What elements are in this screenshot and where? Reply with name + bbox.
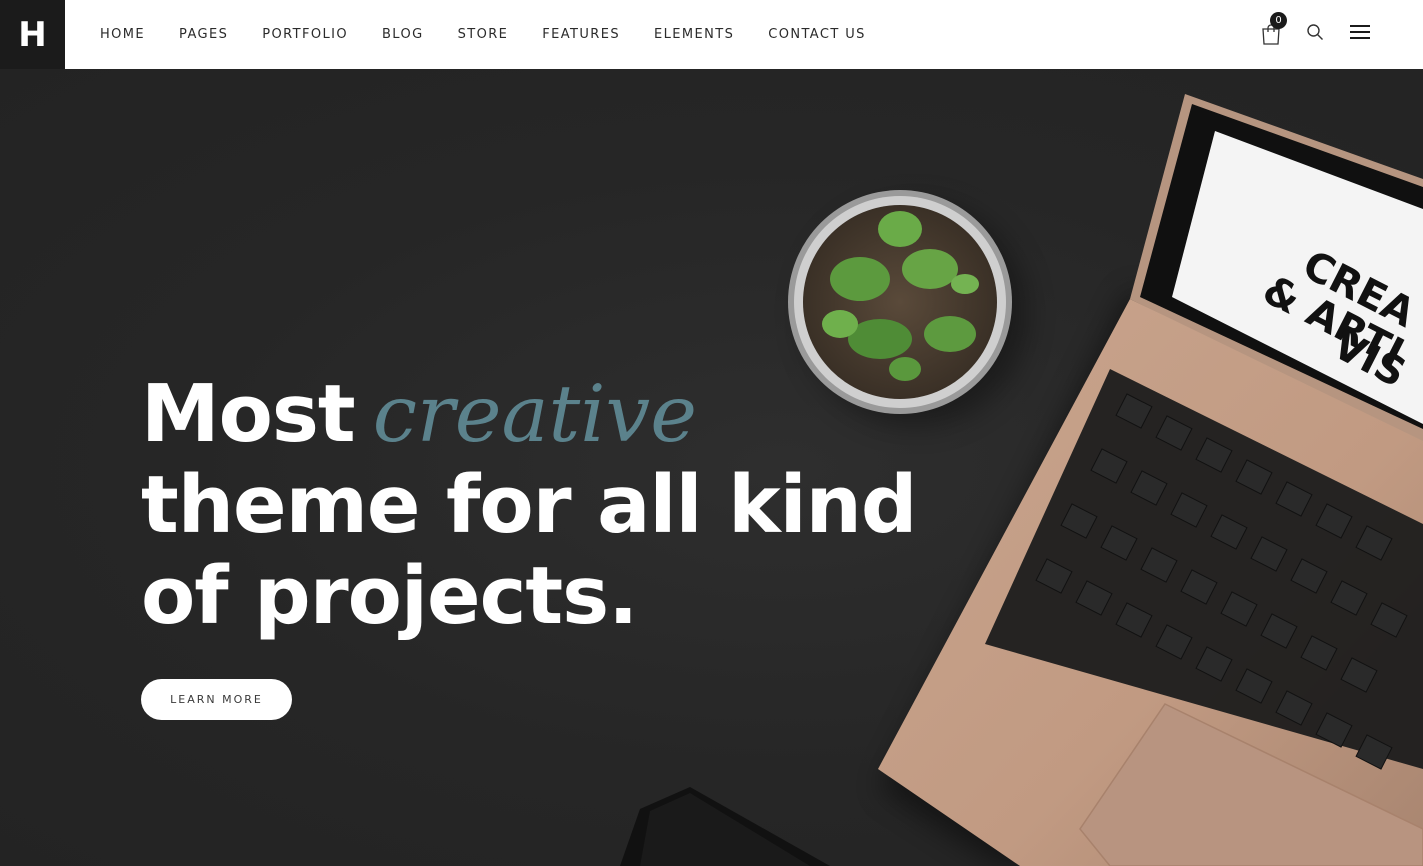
nav-item-elements[interactable]: ELEMENTS [654,27,734,42]
main-nav: HOME PAGES PORTFOLIO BLOG STORE FEATURES… [100,0,900,69]
hero-section: CREA & ARTI VIS Most creative theme for … [0,69,1423,866]
nav-item-blog[interactable]: BLOG [382,27,424,42]
notebook-image [620,787,830,866]
nav-item-pages[interactable]: PAGES [179,27,228,42]
logo[interactable]: H [0,0,65,69]
learn-more-button[interactable]: LEARN MORE [141,679,292,720]
headline-word-most: Most [141,368,356,460]
search-icon[interactable] [1306,23,1324,41]
headline-line-2: theme for all kind [141,459,917,551]
nav-item-store[interactable]: STORE [458,27,509,42]
nav-item-contact-us[interactable]: CONTACT US [768,27,866,42]
headline-line-3: of projects. [141,550,638,642]
nav-item-features[interactable]: FEATURES [542,27,620,42]
logo-letter: H [18,14,47,55]
hero-headline: Most creative theme for all kind of proje… [141,369,917,642]
hamburger-menu-icon[interactable] [1349,23,1371,41]
headline-accent-word: creative [372,368,697,460]
nav-item-home[interactable]: HOME [100,27,145,42]
nav-item-portfolio[interactable]: PORTFOLIO [262,27,348,42]
site-header: H HOME PAGES PORTFOLIO BLOG STORE FEATUR… [0,0,1423,69]
headline-line-1: Most creative [141,369,916,460]
cart-count-badge: 0 [1270,12,1287,29]
